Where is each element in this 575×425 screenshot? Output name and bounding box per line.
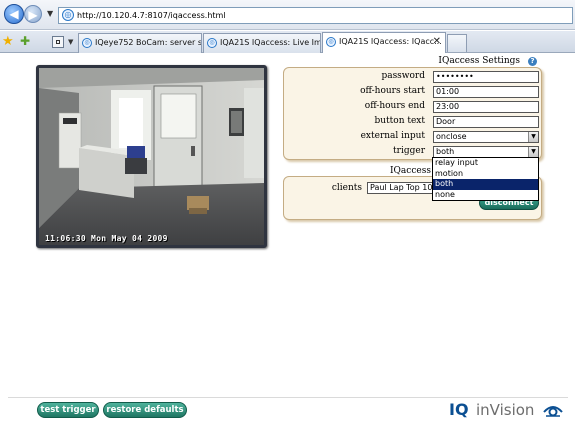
access-title: IQaccess xyxy=(390,166,431,176)
iqinvision-logo: IQ inVision xyxy=(449,400,565,421)
off-hours-start-field[interactable]: 01:00 xyxy=(433,86,539,98)
page-icon: ◎ xyxy=(62,9,74,21)
trigger-option-relay-input[interactable]: relay input xyxy=(433,158,538,169)
clients-list[interactable]: Paul Lap Top 10 xyxy=(367,182,435,194)
dropdown-arrow-icon[interactable]: ▼ xyxy=(528,132,538,142)
password-label: password xyxy=(381,71,425,81)
off-hours-start-label: off-hours start xyxy=(360,86,425,96)
restore-defaults-button[interactable]: restore defaults xyxy=(103,402,187,418)
trigger-label: trigger xyxy=(393,146,425,156)
tab-page-icon: ◎ xyxy=(326,37,336,47)
off-hours-end-field[interactable]: 23:00 xyxy=(433,101,539,113)
back-icon[interactable]: ◀ xyxy=(4,4,24,24)
tab-label: IQA21S IQaccess: IQacc... xyxy=(339,37,442,46)
external-input-select[interactable]: onclose ▼ xyxy=(433,131,539,143)
forward-icon[interactable]: ▶ xyxy=(24,5,42,23)
eye-logo-icon xyxy=(543,406,563,417)
tab-live-image[interactable]: ◎ IQA21S IQaccess: Live Imag... xyxy=(203,33,321,53)
button-text-label: button text xyxy=(374,116,425,126)
logo-text-bold: IQ xyxy=(449,400,469,419)
trigger-option-motion[interactable]: motion xyxy=(433,169,538,180)
settings-title: IQaccess Settings xyxy=(438,56,520,66)
browser-tab-bar: ★ ✚ ▼ ◎ IQeye752 BoCam: server setti... … xyxy=(0,31,575,53)
password-field[interactable]: •••••••• xyxy=(433,71,539,83)
help-icon[interactable]: ? xyxy=(528,57,537,66)
tab-list-icon[interactable] xyxy=(52,36,64,48)
trigger-dropdown-list: relay input motion both none xyxy=(432,157,539,201)
camera-timestamp: 11:06:30 Mon May 04 2009 xyxy=(45,234,168,243)
logo-text-thin: inVision xyxy=(476,401,535,419)
new-tab-button[interactable] xyxy=(447,34,467,52)
external-input-value: onclose xyxy=(436,132,467,141)
history-dropdown-icon[interactable]: ▼ xyxy=(47,9,53,18)
tab-page-icon: ◎ xyxy=(207,38,217,48)
tab-iqaccess[interactable]: ◎ IQA21S IQaccess: IQacc... ✕ xyxy=(322,32,446,53)
tab-page-icon: ◎ xyxy=(82,38,92,48)
button-text-field[interactable]: Door xyxy=(433,116,539,128)
tab-menu-arrow-icon[interactable]: ▼ xyxy=(68,38,73,46)
camera-live-image: 11:06:30 Mon May 04 2009 xyxy=(36,65,267,248)
trigger-option-none[interactable]: none xyxy=(433,190,538,201)
close-tab-icon[interactable]: ✕ xyxy=(433,33,441,51)
external-input-label: external input xyxy=(360,131,425,141)
tab-label: IQA21S IQaccess: Live Imag... xyxy=(220,38,320,47)
settings-panel: password •••••••• off-hours start 01:00 … xyxy=(283,67,542,160)
off-hours-end-label: off-hours end xyxy=(364,101,425,111)
camera-scene-image xyxy=(39,68,264,245)
dropdown-arrow-icon[interactable]: ▼ xyxy=(528,147,538,157)
add-favorite-icon[interactable]: ✚ xyxy=(20,34,30,48)
favorites-star-icon[interactable]: ★ xyxy=(2,34,14,49)
browser-address-bar: ◀ ▶ ▼ http://10.120.4.7:8107/iqaccess.ht… xyxy=(0,0,575,30)
url-input[interactable]: http://10.120.4.7:8107/iqaccess.html xyxy=(58,7,573,24)
trigger-value: both xyxy=(436,147,455,156)
clients-label: clients xyxy=(331,183,362,193)
tab-label: IQeye752 BoCam: server setti... xyxy=(95,38,202,47)
trigger-option-both[interactable]: both xyxy=(433,179,538,190)
test-trigger-button[interactable]: test trigger xyxy=(37,402,99,418)
footer-divider xyxy=(8,397,568,398)
tab-server-settings[interactable]: ◎ IQeye752 BoCam: server setti... xyxy=(78,33,202,53)
